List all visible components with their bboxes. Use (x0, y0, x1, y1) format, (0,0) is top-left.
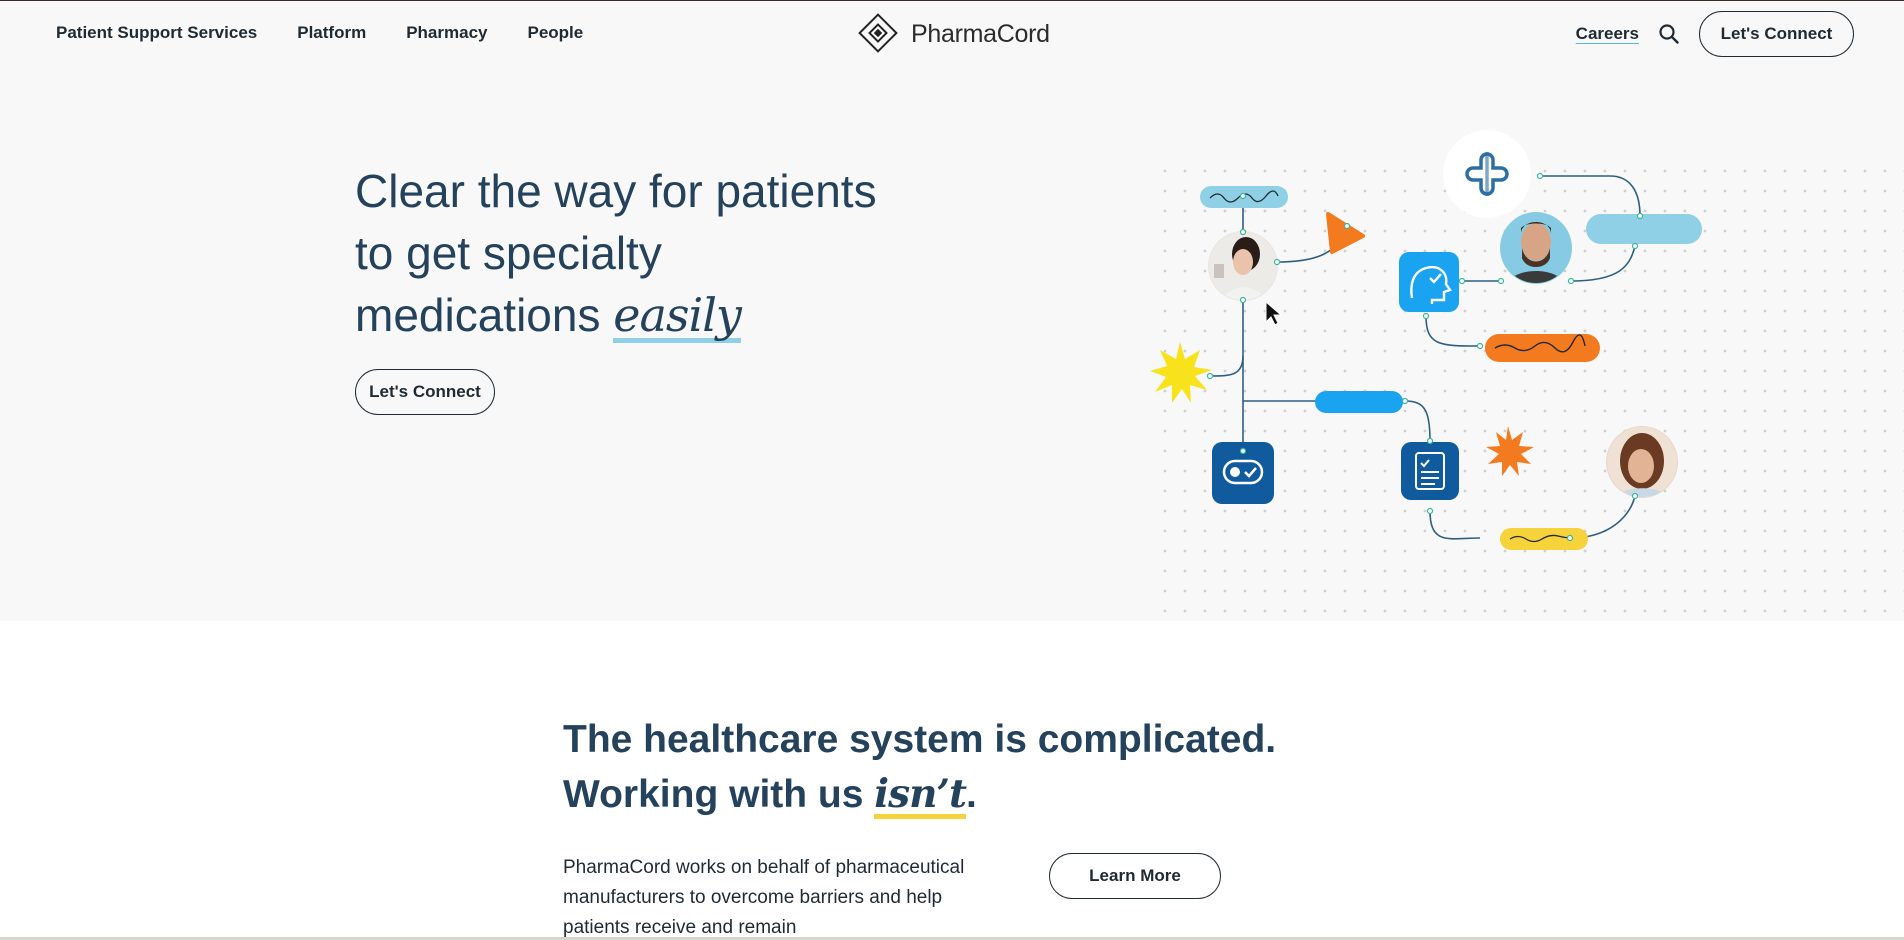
search-button[interactable] (1657, 22, 1681, 46)
search-icon (1659, 24, 1679, 44)
hero-heading-line-1: Clear the way for patients (355, 165, 877, 217)
medical-cross-badge (1443, 130, 1531, 218)
yellow-pill (1500, 528, 1588, 550)
section-body-text: PharmaCord works on behalf of pharmaceut… (563, 857, 965, 938)
brand-logo[interactable]: PharmaCord (855, 11, 1050, 57)
careers-link[interactable]: Careers (1576, 24, 1639, 44)
patient-journey-illustration (1150, 130, 1904, 616)
section-heading-period: . (966, 773, 977, 816)
section-heading: The healthcare system is complicated. Wo… (563, 712, 1276, 822)
section-heading-line-2: Working with us isn’t. (563, 767, 1276, 822)
light-blue-pill-right (1586, 214, 1702, 244)
nav-patient-support-services[interactable]: Patient Support Services (56, 23, 257, 43)
nav-platform[interactable]: Platform (297, 23, 366, 43)
header-lets-connect-button[interactable]: Let's Connect (1699, 11, 1854, 57)
hero-heading: Clear the way for patients to get specia… (355, 160, 955, 346)
hero-section: Clear the way for patients to get specia… (0, 66, 1904, 621)
brand-name: PharmaCord (911, 19, 1050, 48)
learn-more-button[interactable]: Learn More (1049, 853, 1221, 899)
hero-heading-line-3-text: medications (355, 289, 601, 341)
section-heading-line-1: The healthcare system is complicated. (563, 718, 1277, 761)
utility-nav: Careers Let's Connect (1576, 11, 1854, 57)
nav-pharmacy[interactable]: Pharmacy (406, 23, 487, 43)
clipboard-checklist-tile (1401, 442, 1459, 500)
section-heading-line-2-text: Working with us (563, 773, 864, 816)
primary-nav: Patient Support Services Platform Pharma… (56, 23, 583, 43)
brain-check-tile (1399, 252, 1459, 312)
hero-heading-line-2: to get specialty (355, 227, 662, 279)
section-emphasis-word: isn’t (874, 771, 967, 819)
bright-blue-pill (1315, 391, 1403, 413)
nav-people[interactable]: People (527, 23, 583, 43)
pharmacord-logo-icon (858, 13, 898, 53)
hero-heading-line-3: medications easily (355, 284, 955, 346)
hero-lets-connect-button[interactable]: Let's Connect (355, 369, 495, 415)
hero-emphasis-word: easily (613, 288, 742, 343)
site-header: Patient Support Services Platform Pharma… (0, 0, 1904, 66)
